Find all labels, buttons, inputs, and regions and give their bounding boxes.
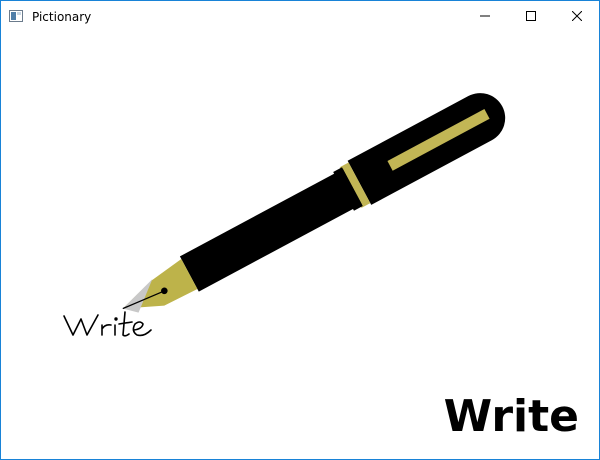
window-title: Pictionary bbox=[32, 10, 92, 24]
app-window: Pictionary Write bbox=[0, 0, 600, 460]
pen-barrel bbox=[179, 168, 362, 292]
title-bar[interactable]: Pictionary bbox=[1, 1, 599, 32]
maximize-button[interactable] bbox=[508, 1, 554, 31]
close-button[interactable] bbox=[554, 1, 600, 31]
drawing-canvas: Write bbox=[1, 32, 599, 459]
close-icon bbox=[572, 11, 582, 21]
fountain-pen bbox=[122, 93, 506, 313]
pen-nib bbox=[122, 259, 198, 309]
app-icon bbox=[9, 10, 23, 22]
answer-word: Write bbox=[443, 391, 579, 442]
minimize-button[interactable] bbox=[462, 1, 508, 31]
minimize-icon bbox=[480, 15, 490, 17]
maximize-icon bbox=[526, 11, 536, 21]
handwritten-word bbox=[63, 311, 152, 337]
